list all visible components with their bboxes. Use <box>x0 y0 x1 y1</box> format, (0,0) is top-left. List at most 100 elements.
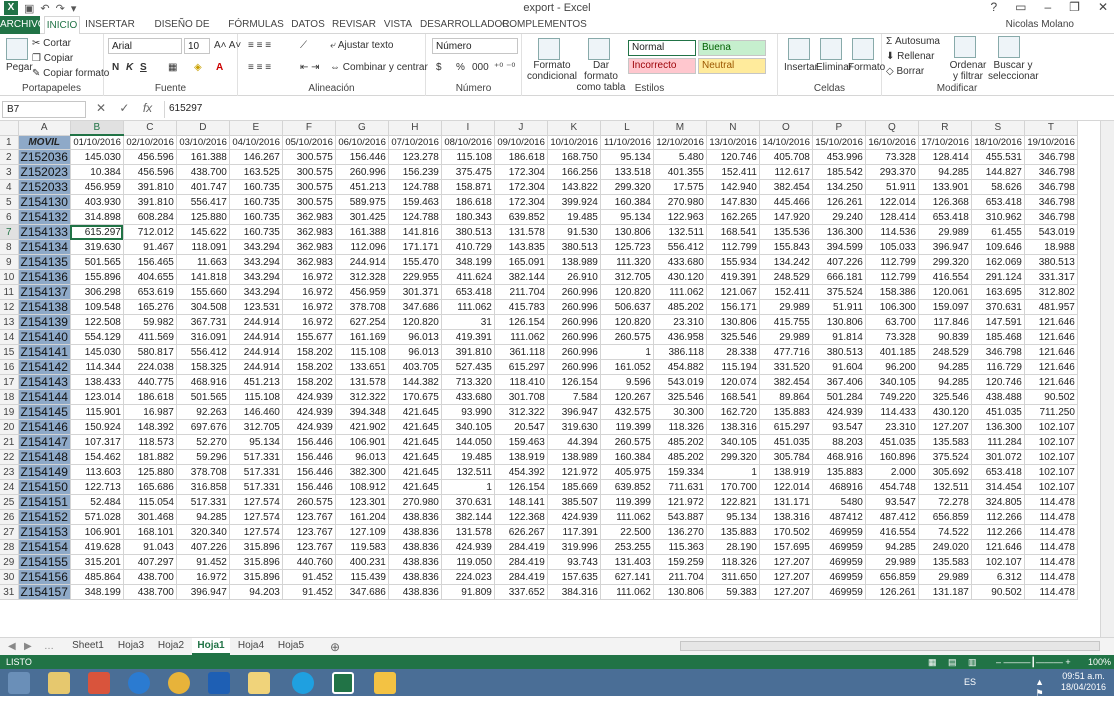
percent-button[interactable]: % <box>456 62 465 73</box>
underline-button[interactable]: S <box>140 62 147 73</box>
value-cell[interactable]: 135.883 <box>706 524 760 541</box>
value-cell[interactable]: 131.578 <box>494 224 548 241</box>
value-cell[interactable]: 415.783 <box>494 299 548 316</box>
value-cell[interactable]: 135.583 <box>918 434 972 451</box>
value-cell[interactable]: 120.746 <box>706 149 760 166</box>
value-cell[interactable]: 91.814 <box>812 329 866 346</box>
sheet-nav-prev-icon[interactable]: ◀ <box>8 641 16 652</box>
value-cell[interactable]: 396.947 <box>547 404 601 421</box>
value-cell[interactable]: 123.301 <box>335 494 389 511</box>
value-cell[interactable]: 134.250 <box>812 179 866 196</box>
date-header-cell[interactable]: 17/10/2016 <box>918 135 972 151</box>
value-cell[interactable]: 627.254 <box>335 314 389 331</box>
value-cell[interactable]: 111.062 <box>600 584 654 601</box>
value-cell[interactable]: 127.574 <box>229 524 283 541</box>
row-header[interactable]: 22 <box>0 449 19 466</box>
value-cell[interactable]: 451.213 <box>229 374 283 391</box>
value-cell[interactable]: 115.108 <box>441 149 495 166</box>
value-cell[interactable]: 305.784 <box>759 449 813 466</box>
value-cell[interactable]: 157.635 <box>547 569 601 586</box>
value-cell[interactable]: 130.806 <box>600 224 654 241</box>
value-cell[interactable]: 143.835 <box>494 239 548 256</box>
value-cell[interactable]: 115.054 <box>123 494 177 511</box>
conditional-format-icon[interactable] <box>538 38 560 60</box>
row-header[interactable]: 2 <box>0 149 19 166</box>
movil-id-cell[interactable]: Z154135 <box>18 254 71 271</box>
value-cell[interactable]: 138.433 <box>70 374 124 391</box>
value-cell[interactable]: 314.898 <box>70 209 124 226</box>
font-family-select[interactable]: Arial <box>108 38 182 54</box>
value-cell[interactable]: 401.355 <box>653 164 707 181</box>
insert-cells-icon[interactable] <box>788 38 810 60</box>
value-cell[interactable]: 155.843 <box>759 239 813 256</box>
value-cell[interactable]: 96.200 <box>865 359 919 376</box>
value-cell[interactable]: 22.500 <box>600 524 654 541</box>
value-cell[interactable]: 527.435 <box>441 359 495 376</box>
wrap-text-button[interactable]: ⤶ Ajustar texto <box>330 40 393 51</box>
value-cell[interactable]: 580.817 <box>123 344 177 361</box>
value-cell[interactable]: 73.328 <box>865 329 919 346</box>
value-cell[interactable]: 424.939 <box>282 389 336 406</box>
value-cell[interactable]: 154.462 <box>70 449 124 466</box>
row-header[interactable]: 30 <box>0 569 19 586</box>
column-header-p[interactable]: P <box>812 121 866 136</box>
value-cell[interactable]: 348.199 <box>441 254 495 271</box>
row-header[interactable]: 12 <box>0 299 19 316</box>
value-cell[interactable]: 126.368 <box>918 194 972 211</box>
value-cell[interactable]: 128.414 <box>865 209 919 226</box>
tab-vista[interactable]: VISTA <box>380 16 416 34</box>
value-cell[interactable]: 556.412 <box>653 239 707 256</box>
value-cell[interactable]: 163.695 <box>971 284 1025 301</box>
value-cell[interactable]: 170.502 <box>759 524 813 541</box>
value-cell[interactable]: 469959 <box>812 584 866 601</box>
value-cell[interactable]: 63.700 <box>865 314 919 331</box>
value-cell[interactable]: 5.480 <box>653 149 707 166</box>
value-cell[interactable]: 144.050 <box>441 434 495 451</box>
value-cell[interactable]: 158.202 <box>282 359 336 376</box>
value-cell[interactable]: 117.846 <box>918 314 972 331</box>
value-cell[interactable]: 16.972 <box>282 284 336 301</box>
value-cell[interactable]: 95.134 <box>706 509 760 526</box>
value-cell[interactable]: 469959 <box>812 539 866 556</box>
value-cell[interactable]: 300.575 <box>282 194 336 211</box>
movil-id-cell[interactable]: Z152023 <box>18 164 71 181</box>
column-header-f[interactable]: F <box>282 121 336 136</box>
value-cell[interactable]: 94.203 <box>229 584 283 601</box>
value-cell[interactable]: 314.454 <box>971 479 1025 496</box>
value-cell[interactable]: 485.202 <box>653 434 707 451</box>
value-cell[interactable]: 325.546 <box>706 329 760 346</box>
row-header[interactable]: 26 <box>0 509 19 526</box>
value-cell[interactable]: 16.972 <box>282 269 336 286</box>
sheet-tab-hoja2[interactable]: Hoja2 <box>152 638 190 655</box>
row-header[interactable]: 23 <box>0 464 19 481</box>
fx-icon[interactable]: fx <box>143 101 152 115</box>
value-cell[interactable]: 126.154 <box>547 374 601 391</box>
movil-id-cell[interactable]: Z154153 <box>18 524 71 541</box>
value-cell[interactable]: 712.012 <box>123 224 177 241</box>
value-cell[interactable]: 343.294 <box>229 254 283 271</box>
value-cell[interactable]: 380.513 <box>441 224 495 241</box>
value-cell[interactable]: 260.996 <box>547 329 601 346</box>
value-cell[interactable]: 697.676 <box>176 419 230 436</box>
value-cell[interactable]: 348.199 <box>70 584 124 601</box>
value-cell[interactable]: 161.204 <box>335 509 389 526</box>
value-cell[interactable]: 454.392 <box>494 464 548 481</box>
value-cell[interactable]: 468.916 <box>812 449 866 466</box>
row-header[interactable]: 3 <box>0 164 19 181</box>
value-cell[interactable]: 375.524 <box>918 449 972 466</box>
value-cell[interactable]: 145.030 <box>70 149 124 166</box>
value-cell[interactable]: 293.370 <box>865 164 919 181</box>
value-cell[interactable]: 312.328 <box>335 269 389 286</box>
clock-time[interactable]: 09:51 a.m. <box>1061 671 1106 682</box>
value-cell[interactable]: 120.820 <box>388 314 442 331</box>
value-cell[interactable]: 61.455 <box>971 224 1025 241</box>
value-cell[interactable]: 127.207 <box>759 584 813 601</box>
value-cell[interactable]: 451.035 <box>759 434 813 451</box>
value-cell[interactable]: 126.261 <box>865 584 919 601</box>
value-cell[interactable]: 386.118 <box>653 344 707 361</box>
value-cell[interactable]: 301.468 <box>123 509 177 526</box>
column-header-d[interactable]: D <box>176 121 230 136</box>
value-cell[interactable]: 132.511 <box>918 479 972 496</box>
value-cell[interactable]: 118.326 <box>653 419 707 436</box>
excel-taskbar-icon[interactable] <box>332 672 354 694</box>
